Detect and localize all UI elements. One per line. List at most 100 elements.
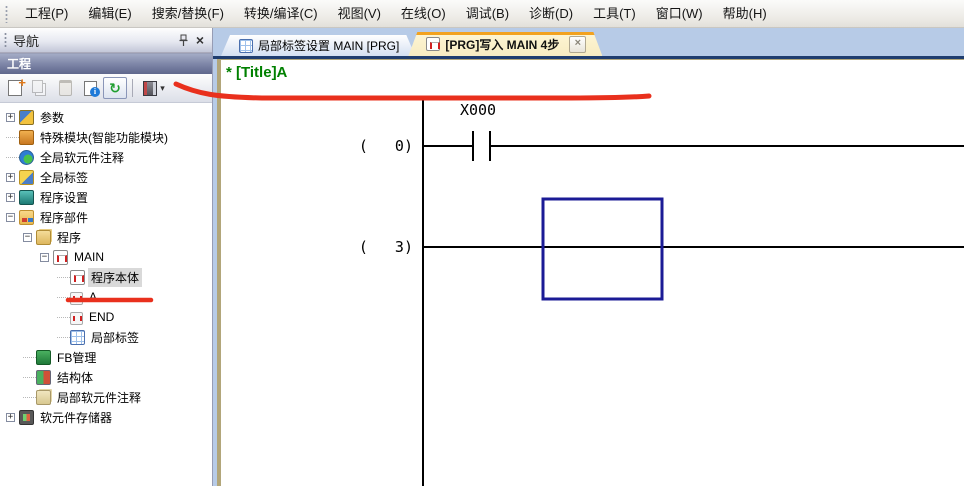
- tree-item[interactable]: − 程序部件: [0, 207, 212, 227]
- tree-connector: [57, 337, 70, 338]
- tree-item[interactable]: 全局软元件注释: [0, 147, 212, 167]
- menu-item-2[interactable]: 编辑(E): [78, 1, 141, 27]
- ladder-program-icon: [426, 37, 440, 51]
- tree-item-label: 全局软元件注释: [37, 148, 127, 167]
- project-section-header: 工程: [0, 53, 212, 74]
- tree-item[interactable]: + 参数: [0, 107, 212, 127]
- tree-item[interactable]: + 软元件存储器: [0, 407, 212, 427]
- program-folder-icon: [36, 230, 51, 245]
- tree-connector: [23, 377, 36, 378]
- expander-expanded-icon[interactable]: −: [40, 253, 49, 262]
- parameter-icon: [19, 110, 34, 125]
- expander-expanded-icon[interactable]: −: [6, 213, 15, 222]
- tree-item[interactable]: 局部标签: [0, 327, 212, 347]
- tree-item[interactable]: + 全局标签: [0, 167, 212, 187]
- data-property-icon[interactable]: [78, 77, 102, 99]
- expander-collapsed-icon[interactable]: +: [6, 413, 15, 422]
- tree-item[interactable]: −MAIN: [0, 247, 212, 267]
- tree-item[interactable]: 局部软元件注释: [0, 387, 212, 407]
- local-device-comment-icon: [36, 390, 51, 405]
- copy-icon[interactable]: [28, 77, 52, 99]
- new-data-icon[interactable]: [3, 77, 27, 99]
- local-label-icon: [70, 330, 85, 345]
- tab-label: [PRG]写入 MAIN 4步: [445, 36, 559, 53]
- tree-item[interactable]: 结构体: [0, 367, 212, 387]
- tree-connector: [6, 137, 19, 138]
- tree-item[interactable]: 特殊模块(智能功能模块): [0, 127, 212, 147]
- toolbar-grip-icon[interactable]: [4, 5, 9, 23]
- tree-connector: [23, 397, 36, 398]
- tree-item[interactable]: − 程序: [0, 227, 212, 247]
- expander-collapsed-icon[interactable]: +: [6, 173, 15, 182]
- close-icon[interactable]: ×: [196, 33, 204, 47]
- tree-item-label: 参数: [37, 108, 67, 127]
- menu-item-9[interactable]: 工具(T): [583, 1, 646, 27]
- tree-connector: [57, 317, 70, 318]
- tree-item-label: A: [86, 289, 100, 305]
- ladder-program-icon: [53, 250, 68, 265]
- document-tab-2[interactable]: [PRG]写入 MAIN 4步 ×: [408, 32, 602, 56]
- structure-icon: [36, 370, 51, 385]
- pin-icon[interactable]: [178, 34, 189, 47]
- label-table-icon: [239, 39, 253, 53]
- menu-item-5[interactable]: 视图(V): [328, 1, 391, 27]
- global-label-icon: [19, 170, 34, 185]
- fb-icon: [36, 350, 51, 365]
- drag-grip-icon[interactable]: [3, 32, 8, 48]
- navigation-title: 导航: [13, 31, 39, 50]
- ladder-editor[interactable]: * [Title]A X000 ( 0) ( 3): [217, 59, 964, 486]
- tab-label: 局部标签设置 MAIN [PRG]: [258, 37, 399, 54]
- project-toolbar: [0, 74, 212, 103]
- tree-item-label: 特殊模块(智能功能模块): [37, 128, 171, 147]
- menu-item-10[interactable]: 窗口(W): [646, 1, 713, 27]
- menu-item-11[interactable]: 帮助(H): [713, 1, 777, 27]
- program-parts-icon: [19, 210, 34, 225]
- tree-item-label: END: [86, 309, 117, 325]
- sort-icon[interactable]: [138, 77, 170, 99]
- global-device-comment-icon: [19, 150, 34, 165]
- menu-item-7[interactable]: 调试(B): [456, 1, 519, 27]
- project-tree: +参数特殊模块(智能功能模块)全局软元件注释+全局标签+程序设置−程序部件−程序…: [0, 103, 212, 427]
- ladder-program-icon: [70, 270, 85, 285]
- tree-item-label: 程序部件: [37, 208, 91, 227]
- tree-item[interactable]: FB管理: [0, 347, 212, 367]
- gx-works2-window: { "menu": { "items": ["工程(P)","编辑(E)","搜…: [0, 0, 964, 486]
- menu-item-6[interactable]: 在线(O): [391, 1, 456, 27]
- workspace-area: 局部标签设置 MAIN [PRG] [PRG]写入 MAIN 4步 × * [Tit…: [213, 28, 964, 486]
- tree-connector: [23, 357, 36, 358]
- selection-box[interactable]: [543, 199, 662, 299]
- expander-collapsed-icon[interactable]: +: [6, 113, 15, 122]
- tree-connector: [57, 277, 70, 278]
- tree-item[interactable]: END: [0, 307, 212, 327]
- tree-item-label: 全局标签: [37, 168, 91, 187]
- rung-step-number: ( 3): [347, 238, 413, 256]
- tree-item[interactable]: +程序设置: [0, 187, 212, 207]
- tree-item-label: 程序: [54, 228, 84, 247]
- menu-item-3[interactable]: 搜索/替换(F): [142, 1, 234, 27]
- document-tab-1[interactable]: 局部标签设置 MAIN [PRG]: [221, 35, 415, 56]
- tree-connector: [6, 157, 19, 158]
- menu-bar: 工程(P)编辑(E)搜索/替换(F)转换/编译(C)视图(V)在线(O)调试(B…: [0, 0, 964, 28]
- menu-item-1[interactable]: 工程(P): [15, 1, 78, 27]
- tree-item-label: 软元件存储器: [37, 408, 115, 427]
- navigation-title-bar: 导航 ×: [0, 28, 212, 53]
- tab-close-icon[interactable]: ×: [569, 36, 586, 53]
- menu-item-8[interactable]: 诊断(D): [519, 1, 583, 27]
- expander-collapsed-icon[interactable]: +: [6, 193, 15, 202]
- refresh-icon[interactable]: [103, 77, 127, 99]
- tree-item[interactable]: 程序本体: [0, 267, 212, 287]
- menu-item-4[interactable]: 转换/编译(C): [234, 1, 328, 27]
- tree-item-label: 局部标签: [88, 328, 142, 347]
- tree-connector: [57, 297, 70, 298]
- special-module-icon: [19, 130, 34, 145]
- ladder-block-icon: [70, 292, 83, 305]
- paste-icon[interactable]: [53, 77, 77, 99]
- tree-item[interactable]: A: [0, 287, 212, 307]
- rung-step-number: ( 0): [347, 137, 413, 155]
- tree-item-label: FB管理: [54, 348, 99, 367]
- document-tab-bar: 局部标签设置 MAIN [PRG] [PRG]写入 MAIN 4步 ×: [213, 30, 964, 59]
- ladder-block-icon: [70, 312, 83, 325]
- ladder-diagram: [221, 60, 964, 487]
- navigation-panel: 导航 × 工程 + 参数特殊模块(智能功能模块)全局软元件注释 + 全局标签+程序设置…: [0, 28, 213, 486]
- expander-expanded-icon[interactable]: −: [23, 233, 32, 242]
